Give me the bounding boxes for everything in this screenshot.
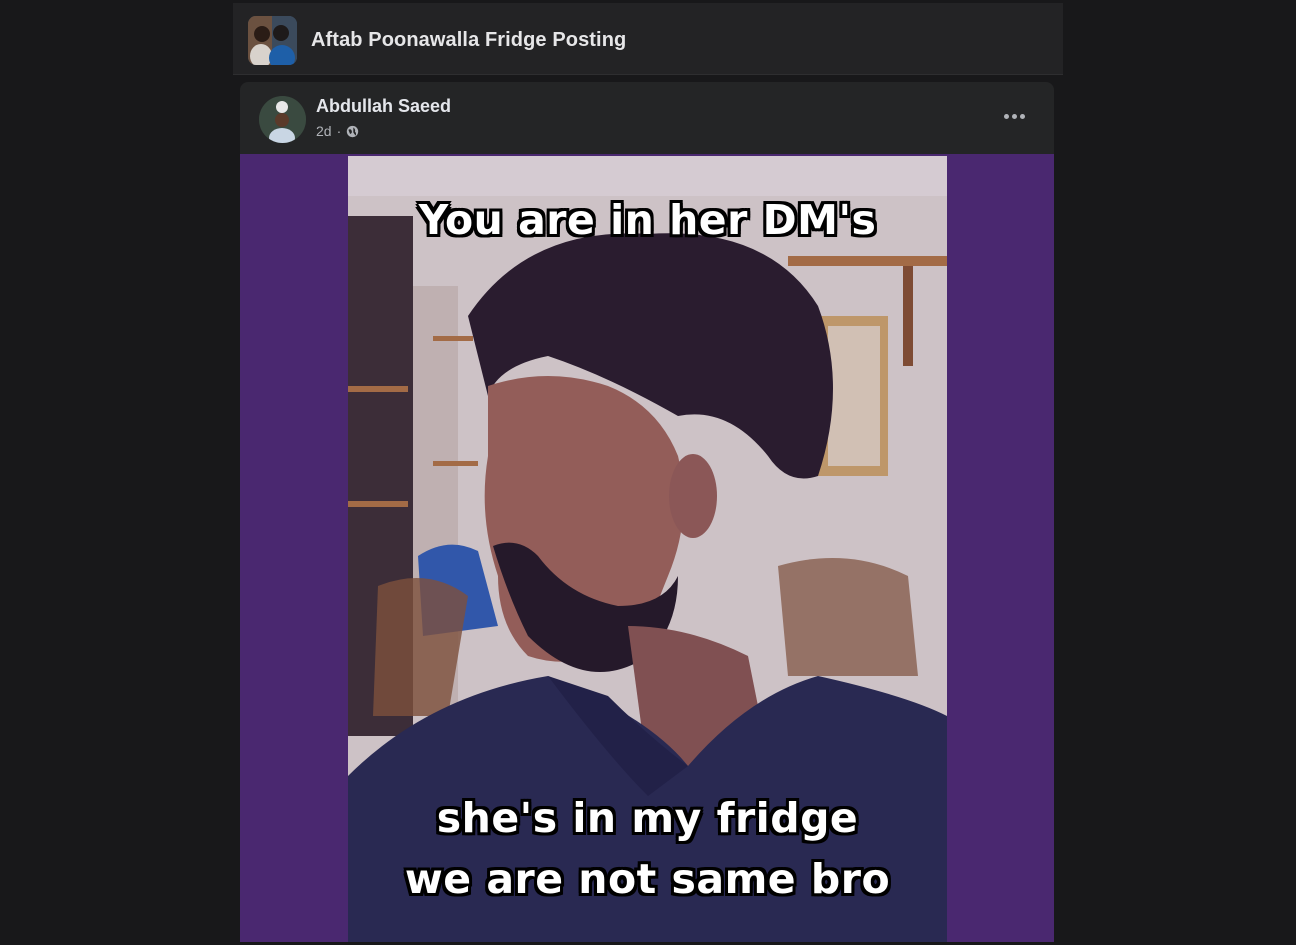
meme-bottom-line-1: she's in my fridge bbox=[436, 794, 859, 842]
group-header: Aftab Poonawalla Fridge Posting bbox=[233, 3, 1063, 75]
page: Aftab Poonawalla Fridge Posting Abdullah… bbox=[0, 0, 1296, 945]
post-photo[interactable]: You are in her DM's she's in my fridge w… bbox=[348, 156, 947, 942]
more-dot bbox=[1011, 113, 1017, 119]
post-meta: 2d · bbox=[316, 123, 359, 139]
meme-bottom-line-2: we are not same bro bbox=[404, 855, 891, 903]
author-photo-icon bbox=[259, 96, 306, 143]
more-dot bbox=[1003, 113, 1009, 119]
more-options-button[interactable] bbox=[996, 104, 1032, 128]
post-photo-frame: You are in her DM's she's in my fridge w… bbox=[240, 154, 1054, 942]
group-title[interactable]: Aftab Poonawalla Fridge Posting bbox=[311, 29, 626, 52]
more-dot bbox=[1019, 113, 1025, 119]
meta-separator: · bbox=[336, 123, 342, 139]
post-timestamp[interactable]: 2d bbox=[316, 123, 332, 139]
group-avatar[interactable] bbox=[248, 16, 297, 65]
author-avatar[interactable] bbox=[259, 96, 306, 143]
meme-bottom-text: she's in my fridge we are not same bro bbox=[348, 788, 947, 910]
meme-top-text: You are in her DM's bbox=[418, 196, 877, 244]
globe-icon bbox=[347, 125, 359, 137]
post-card: Abdullah Saeed 2d · You are in her DM's … bbox=[240, 82, 1054, 942]
author-name[interactable]: Abdullah Saeed bbox=[316, 96, 451, 117]
group-photo-icon bbox=[248, 16, 297, 65]
